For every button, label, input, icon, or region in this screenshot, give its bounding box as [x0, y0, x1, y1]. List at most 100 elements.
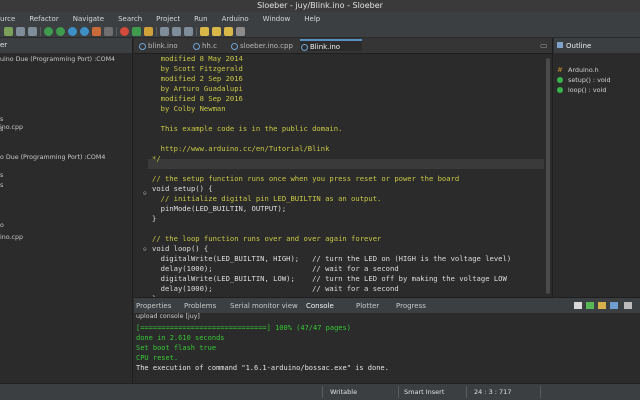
- project-explorer-header: er: [0, 38, 132, 53]
- pin-console-icon[interactable]: [598, 302, 606, 309]
- display-console-icon[interactable]: [610, 302, 618, 309]
- code-line: // the setup function runs once when you…: [152, 174, 460, 183]
- file-icon: [301, 44, 308, 51]
- menu-refactor[interactable]: Refactor: [24, 15, 63, 23]
- debug-icon[interactable]: [120, 27, 129, 36]
- terminal-icon[interactable]: [104, 27, 113, 36]
- status-bar: Writable Smart Insert 24 : 3 : 717: [0, 383, 640, 400]
- code-line: }: [152, 214, 157, 223]
- tree-item[interactable]: ino.cpp: [0, 124, 23, 131]
- method-icon: [557, 87, 563, 93]
- status-cursor-position: 24 : 3 : 717: [474, 388, 512, 396]
- file-icon: [139, 43, 146, 50]
- code-editor: blink.ino hh.c sloeber.ino.cpp Blink.ino…: [134, 38, 553, 297]
- code-line: // initialize digital pin LED_BUILTIN as…: [152, 194, 382, 203]
- build-icon[interactable]: [92, 27, 101, 36]
- verify-icon[interactable]: [44, 27, 53, 36]
- console-name: upload console [juy]: [136, 313, 200, 320]
- bottom-panel: Properties Problems Serial monitor view …: [134, 297, 640, 383]
- tab-properties[interactable]: Properties: [136, 302, 171, 310]
- minimize-icon[interactable]: [624, 302, 632, 309]
- fold-icon[interactable]: ⊖: [143, 191, 149, 197]
- menu-search[interactable]: Search: [113, 15, 147, 23]
- tree-item[interactable]: uino Due (Programming Port) :COM4: [0, 56, 115, 63]
- code-line: delay(1000); // wait for a second: [152, 284, 399, 293]
- external-tools-icon[interactable]: [144, 27, 153, 36]
- tab-blink-ino-active[interactable]: Blink.ino: [300, 39, 362, 51]
- scroll-thumb[interactable]: [546, 58, 550, 294]
- menu-project[interactable]: Project: [151, 15, 185, 23]
- plotter-icon[interactable]: [80, 27, 89, 36]
- console-line: CPU reset.: [136, 354, 179, 362]
- tab-console[interactable]: Console: [306, 302, 334, 310]
- fold-icon[interactable]: ⊖: [143, 247, 149, 253]
- tab-problems[interactable]: Problems: [184, 302, 216, 310]
- tree-item[interactable]: s: [0, 172, 3, 179]
- code-line: modified 8 May 2014: [152, 54, 243, 63]
- tree-item[interactable]: s: [0, 116, 3, 123]
- outline-icon: [557, 42, 563, 48]
- tab-hh-c[interactable]: hh.c: [192, 40, 228, 52]
- menu-arduino[interactable]: Arduino: [217, 15, 254, 23]
- project-explorer: er uino Due (Programming Port) :COM4 s s…: [0, 38, 133, 383]
- status-divider: [540, 386, 541, 398]
- menu-help[interactable]: Help: [299, 15, 325, 23]
- tab-label: hh.c: [202, 42, 217, 50]
- editor-tabs: blink.ino hh.c sloeber.ino.cpp Blink.ino…: [134, 38, 552, 54]
- open-type-icon[interactable]: [172, 27, 181, 36]
- console-line: Set boot flash true: [136, 344, 217, 352]
- maximize-icon[interactable]: ▭: [540, 41, 548, 50]
- next-annotation-icon[interactable]: [200, 27, 209, 36]
- search-icon[interactable]: [160, 27, 169, 36]
- save-all-icon[interactable]: [28, 27, 37, 36]
- tab-label: Blink.ino: [310, 43, 341, 51]
- file-icon: [231, 43, 238, 50]
- console-line: The execution of command "1.6.1-arduino/…: [136, 364, 389, 372]
- tab-label: blink.ino: [148, 42, 178, 50]
- outline-item-include[interactable]: Arduino.h: [568, 66, 599, 74]
- tree-item[interactable]: s: [0, 182, 3, 189]
- menu-source[interactable]: urce: [0, 15, 20, 23]
- tab-blink-ino[interactable]: blink.ino: [138, 40, 190, 52]
- annotation-icon[interactable]: [184, 27, 193, 36]
- outline-item-setup[interactable]: setup() : void: [568, 76, 611, 84]
- tab-sloeber-ino-cpp[interactable]: sloeber.ino.cpp: [230, 40, 298, 52]
- tab-label: sloeber.ino.cpp: [240, 42, 293, 50]
- code-line: pinMode(LED_BUILTIN, OUTPUT);: [152, 204, 287, 213]
- tree-item[interactable]: ino.cpp: [0, 234, 23, 241]
- back-icon[interactable]: [224, 27, 233, 36]
- code-line: // the loop function runs over and over …: [152, 234, 382, 243]
- outline-item-loop[interactable]: loop() : void: [568, 86, 606, 94]
- toolbar-separator: [156, 27, 157, 36]
- code-line: digitalWrite(LED_BUILTIN, HIGH); // turn…: [152, 254, 512, 263]
- menu-run[interactable]: Run: [189, 15, 212, 23]
- project-explorer-tab[interactable]: er: [0, 41, 7, 49]
- file-icon: [193, 43, 200, 50]
- forward-icon[interactable]: [236, 27, 245, 36]
- tree-item[interactable]: o Due (Programming Port) :COM4: [0, 154, 105, 161]
- serial-monitor-icon[interactable]: [68, 27, 77, 36]
- scroll-lock-icon[interactable]: [586, 302, 594, 309]
- tab-plotter[interactable]: Plotter: [356, 302, 379, 310]
- code-area[interactable]: ⊖ ⊖ modified 8 May 2014 by Scott Fitzger…: [134, 54, 546, 297]
- previous-annotation-icon[interactable]: [212, 27, 221, 36]
- code-line: modified 8 Sep 2016: [152, 94, 243, 103]
- outline-tab-label[interactable]: Outline: [566, 42, 591, 50]
- menu-window[interactable]: Window: [258, 15, 296, 23]
- upload-icon[interactable]: [56, 27, 65, 36]
- tab-progress[interactable]: Progress: [396, 302, 426, 310]
- new-file-icon[interactable]: [4, 27, 13, 36]
- method-icon: [557, 77, 563, 83]
- run-icon[interactable]: [132, 27, 141, 36]
- editor-scrollbar[interactable]: [544, 54, 552, 297]
- menu-navigate[interactable]: Navigate: [68, 15, 109, 23]
- status-divider: [398, 386, 399, 398]
- tree-item[interactable]: o: [0, 222, 4, 229]
- tab-serial-monitor[interactable]: Serial monitor view: [230, 302, 298, 310]
- code-line: */: [152, 154, 161, 163]
- code-line: by Scott Fitzgerald: [152, 64, 243, 73]
- outline-view: Outline # Arduino.h setup() : void loop(…: [554, 38, 640, 297]
- console-output[interactable]: [==============================] 100% (4…: [136, 323, 389, 373]
- clear-console-icon[interactable]: [574, 302, 582, 309]
- save-icon[interactable]: [16, 27, 25, 36]
